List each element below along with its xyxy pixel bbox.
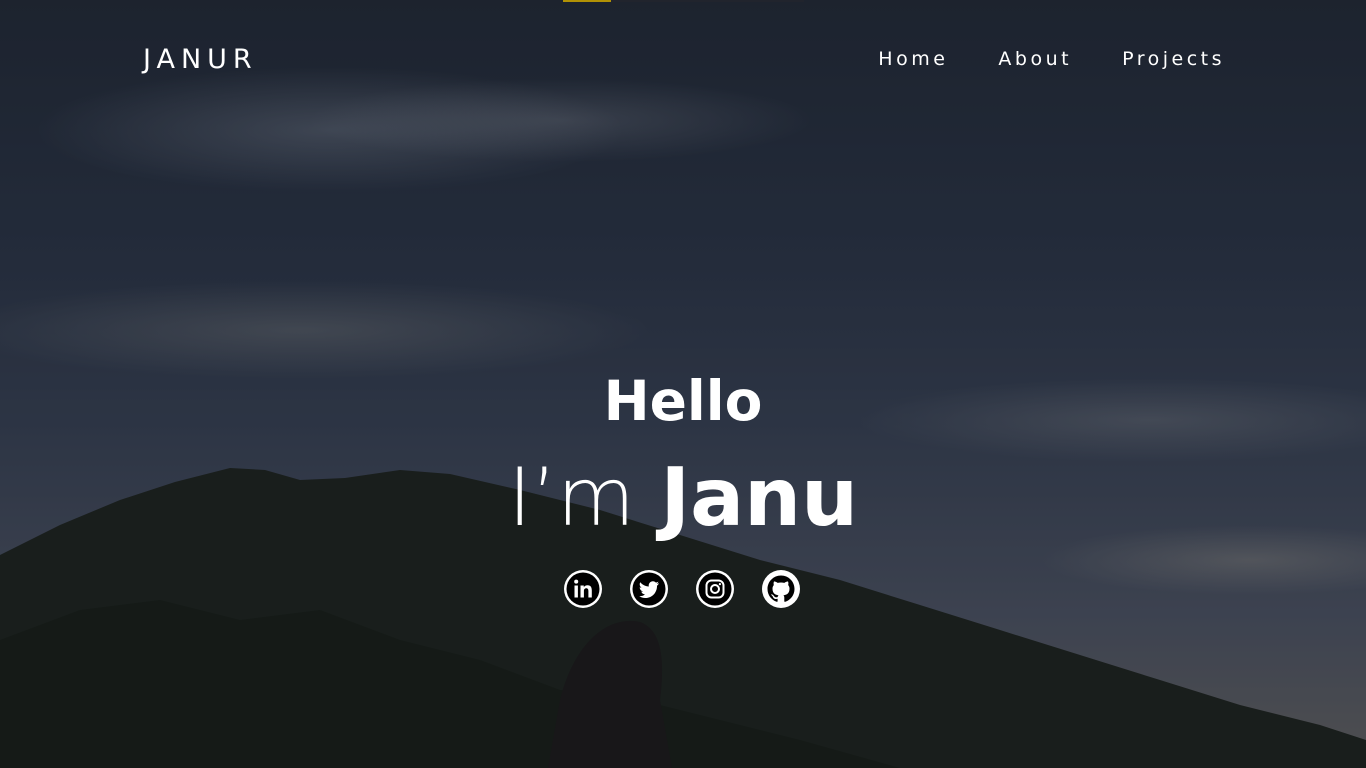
hero-intro-prefix: I’m — [507, 451, 661, 544]
instagram-icon — [696, 570, 734, 608]
brand-logo[interactable]: JANUR — [143, 44, 258, 76]
instagram-link[interactable] — [696, 570, 734, 608]
linkedin-icon — [564, 570, 602, 608]
nav-link-about[interactable]: About — [998, 47, 1072, 71]
linkedin-link[interactable] — [564, 570, 602, 608]
twitter-icon — [630, 570, 668, 608]
hero-intro-name: Janu — [660, 451, 859, 544]
nav-link-projects[interactable]: Projects — [1122, 47, 1225, 71]
main-nav: Home About Projects — [878, 47, 1225, 71]
nav-link-home[interactable]: Home — [878, 47, 948, 71]
github-icon — [762, 570, 800, 608]
twitter-link[interactable] — [630, 570, 668, 608]
social-links — [564, 570, 800, 608]
hero-intro: I’m Janu — [0, 450, 1366, 546]
hero-section: JANUR Home About Projects Hello I’m Janu — [0, 0, 1366, 768]
hero-greeting: Hello — [603, 369, 763, 433]
github-link[interactable] — [762, 570, 800, 608]
